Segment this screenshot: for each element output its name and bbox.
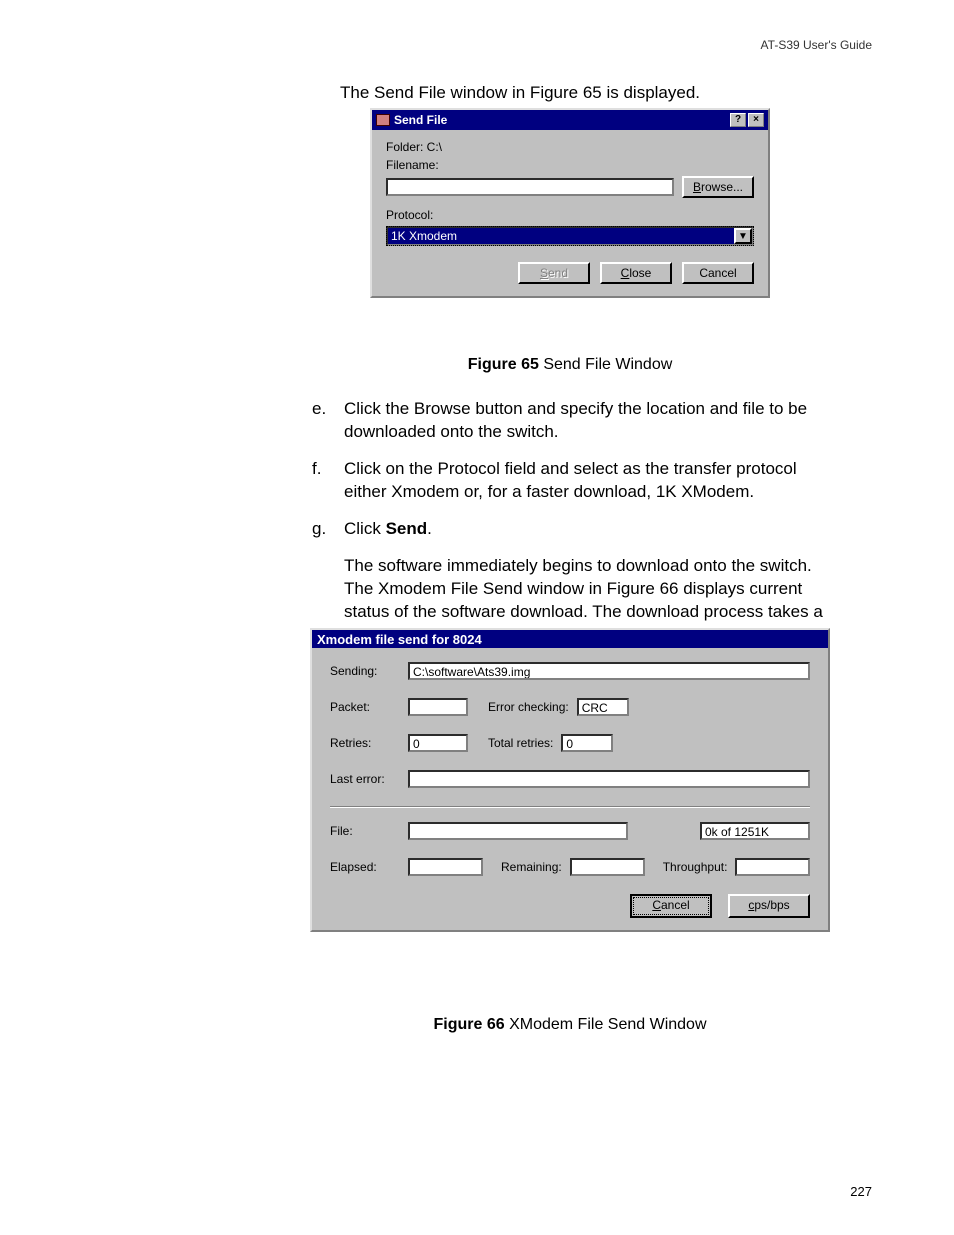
send-file-app-icon — [376, 114, 390, 126]
close-icon[interactable]: × — [748, 113, 764, 127]
help-icon[interactable]: ? — [730, 113, 746, 127]
remaining-field — [570, 858, 645, 876]
lasterror-label: Last error: — [330, 772, 400, 786]
page-number: 227 — [850, 1184, 872, 1199]
totalretries-field: 0 — [561, 734, 613, 752]
folder-label: Folder: C:\ — [386, 140, 442, 154]
cpsbps-button[interactable]: cps/bps — [728, 894, 810, 918]
file-progress-bar — [408, 822, 628, 840]
step-g-text: Click Send. — [344, 518, 840, 541]
xmodem-title: Xmodem file send for 8024 — [312, 630, 828, 648]
totalretries-label: Total retries: — [488, 736, 553, 750]
close-button[interactable]: Close — [600, 262, 672, 284]
send-file-title: Send File — [394, 113, 447, 127]
cancel-button[interactable]: Cancel — [682, 262, 754, 284]
errorchecking-field: CRC — [577, 698, 629, 716]
protocol-label: Protocol: — [386, 208, 433, 222]
separator-line — [330, 806, 810, 808]
packet-field — [408, 698, 468, 716]
remaining-label: Remaining: — [501, 860, 562, 874]
sending-label: Sending: — [330, 664, 400, 678]
figure66-caption: Figure 66 XModem File Send Window — [310, 1016, 830, 1034]
throughput-label: Throughput: — [663, 860, 728, 874]
filename-label: Filename: — [386, 158, 439, 172]
protocol-select[interactable]: 1K Xmodem ▼ — [386, 226, 754, 246]
intro-text: The Send File window in Figure 65 is dis… — [340, 82, 840, 105]
sending-field: C:\software\Ats39.img — [408, 662, 810, 680]
protocol-selected-value: 1K Xmodem — [388, 228, 734, 244]
file-progress-text: 0k of 1251K — [700, 822, 810, 840]
step-e-text: Click the Browse button and specify the … — [344, 398, 840, 444]
send-button[interactable]: Send — [518, 262, 590, 284]
xmodem-dialog: Xmodem file send for 8024 Sending: C:\so… — [310, 628, 830, 932]
send-file-titlebar: Send File ? × — [372, 110, 768, 130]
step-e-letter: e. — [312, 398, 334, 444]
packet-label: Packet: — [330, 700, 400, 714]
elapsed-label: Elapsed: — [330, 860, 400, 874]
errorchecking-label: Error checking: — [488, 700, 569, 714]
retries-field: 0 — [408, 734, 468, 752]
browse-button[interactable]: Browse... — [682, 176, 754, 198]
chevron-down-icon[interactable]: ▼ — [734, 228, 752, 244]
retries-label: Retries: — [330, 736, 400, 750]
page-header-guide: AT-S39 User's Guide — [761, 38, 872, 52]
throughput-field — [735, 858, 810, 876]
file-label: File: — [330, 824, 400, 838]
step-g-letter: g. — [312, 518, 334, 541]
step-f-text: Click on the Protocol field and select a… — [344, 458, 840, 504]
send-file-dialog: Send File ? × Folder: C:\ Filename: Brow… — [370, 108, 770, 298]
filename-input[interactable] — [386, 178, 674, 196]
step-f-letter: f. — [312, 458, 334, 504]
elapsed-field — [408, 858, 483, 876]
lasterror-field — [408, 770, 810, 788]
figure65-caption: Figure 65 Send File Window — [370, 356, 770, 374]
xmodem-cancel-button[interactable]: Cancel — [630, 894, 712, 918]
